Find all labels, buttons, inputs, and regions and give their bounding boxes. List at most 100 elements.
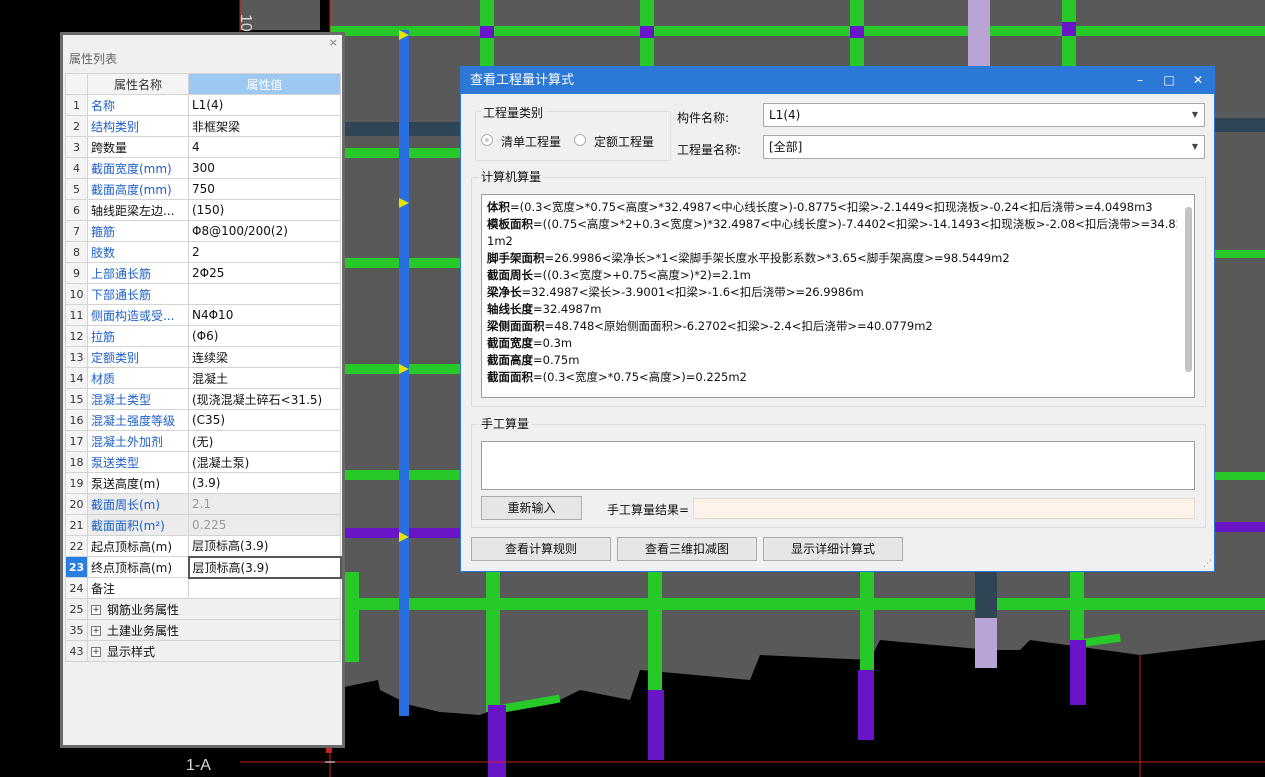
dialog-titlebar[interactable]: 查看工程量计算式 – □ ✕ [461,67,1214,94]
beam-vertical[interactable] [486,572,500,712]
property-row[interactable]: 14 材质 混凝土 [65,367,341,389]
property-value[interactable]: 混凝土 [188,367,341,389]
property-group[interactable]: + 土建业务属性 [87,619,341,641]
beam-horizontal[interactable] [330,26,1265,36]
property-row[interactable]: 13 定额类别 连续梁 [65,346,341,368]
beam-horizontal[interactable] [330,470,460,480]
property-group-row[interactable]: 43 + 显示样式 [65,640,341,662]
property-row[interactable]: 18 泵送类型 (混凝土泵) [65,451,341,473]
quantity-name-select[interactable]: [全部] ▼ [763,135,1205,159]
beam-dark[interactable] [1215,118,1265,132]
beam-horizontal[interactable] [345,598,1265,610]
property-row[interactable]: 16 混凝土强度等级 (C35) [65,409,341,431]
property-value[interactable] [188,283,341,305]
property-value[interactable]: 2 [188,241,341,263]
property-value[interactable]: 层顶标高(3.9) [187,555,342,579]
show-detail-formula-button[interactable]: 显示详细计算式 [763,537,903,561]
formula-text-area[interactable]: 体积=(0.3<宽度>*0.75<高度>*32.4987<中心线长度>)-0.8… [481,194,1195,398]
property-value[interactable]: (混凝土泵) [188,451,341,473]
property-row[interactable]: 20 截面周长(m) 2.1 [65,493,341,515]
column[interactable] [858,670,874,740]
column[interactable] [640,26,654,38]
property-row[interactable]: 7 箍筋 Φ8@100/200(2) [65,220,341,242]
beam-vertical[interactable] [860,572,874,672]
property-value[interactable]: (C35) [188,409,341,431]
property-value[interactable]: 750 [188,178,341,200]
column-strip[interactable] [1215,522,1265,532]
column[interactable] [1062,22,1076,36]
beam-vertical[interactable] [345,572,359,662]
property-value[interactable]: (150) [188,199,341,221]
panel-close-icon[interactable]: × [329,36,338,49]
view-calc-rules-button[interactable]: 查看计算规则 [471,537,611,561]
property-value[interactable]: 4 [188,136,341,158]
property-group-row[interactable]: 35 + 土建业务属性 [65,619,341,641]
property-value[interactable]: 连续梁 [188,346,341,368]
property-row[interactable]: 11 侧面构造或受... N4Φ10 [65,304,341,326]
property-row[interactable]: 3 跨数量 4 [65,136,341,158]
property-row[interactable]: 1 名称 L1(4) [65,94,341,116]
property-value[interactable] [188,577,341,599]
expand-plus-icon[interactable]: + [91,626,101,636]
property-value[interactable]: 非框架梁 [188,115,341,137]
column[interactable] [1070,640,1086,705]
property-value[interactable]: 2.1 [188,493,341,515]
property-row[interactable]: 19 泵送高度(m) (3.9) [65,472,341,494]
close-icon[interactable]: ✕ [1184,67,1212,94]
property-value[interactable]: 300 [188,157,341,179]
property-row[interactable]: 9 上部通长筋 2Φ25 [65,262,341,284]
resize-grip-icon[interactable]: ⋰ [1203,559,1212,569]
expand-plus-icon[interactable]: + [91,605,101,615]
property-row[interactable]: 24 备注 [65,577,341,599]
property-row[interactable]: 4 截面宽度(mm) 300 [65,157,341,179]
column[interactable] [648,690,664,760]
beam-horizontal[interactable] [1215,250,1265,258]
beam-dark[interactable] [330,122,460,136]
property-row[interactable]: 21 截面面积(m²) 0.225 [65,514,341,536]
property-row[interactable]: 5 截面高度(mm) 750 [65,178,341,200]
property-group[interactable]: + 显示样式 [87,640,341,662]
radio-bill-quantity[interactable] [481,134,493,146]
column-strip[interactable] [330,528,460,538]
property-row[interactable]: 8 肢数 2 [65,241,341,263]
column[interactable] [850,26,864,38]
beam-horizontal[interactable] [1215,472,1265,480]
property-row[interactable]: 10 下部通长筋 [65,283,341,305]
column[interactable] [488,705,506,777]
property-row[interactable]: 6 轴线距梁左边... (150) [65,199,341,221]
property-row[interactable]: 22 起点顶标高(m) 层顶标高(3.9) [65,535,341,557]
beam-horizontal[interactable] [330,148,460,158]
beam-lavender[interactable] [968,0,990,66]
beam-horizontal[interactable] [330,258,460,268]
property-row[interactable]: 12 拉筋 (Φ6) [65,325,341,347]
property-row[interactable]: 2 结构类别 非框架梁 [65,115,341,137]
property-value[interactable]: 层顶标高(3.9) [188,535,341,557]
property-value[interactable]: 2Φ25 [188,262,341,284]
expand-plus-icon[interactable]: + [91,647,101,657]
formula-scrollbar[interactable] [1185,207,1192,372]
beam-horizontal[interactable] [330,364,460,374]
minimize-icon[interactable]: – [1126,67,1154,94]
component-name-select[interactable]: L1(4) ▼ [763,103,1205,127]
property-group-row[interactable]: 25 + 钢筋业务属性 [65,598,341,620]
property-value[interactable]: (3.9) [188,472,341,494]
property-group[interactable]: + 钢筋业务属性 [87,598,341,620]
property-value[interactable]: (无) [188,430,341,452]
radio-norm-quantity[interactable] [574,134,586,146]
property-value[interactable]: (现浇混凝土碎石<31.5) [188,388,341,410]
property-value[interactable]: L1(4) [188,94,341,116]
property-value[interactable]: (Φ6) [188,325,341,347]
view-3d-deduction-button[interactable]: 查看三维扣减图 [617,537,757,561]
property-value[interactable]: 0.225 [188,514,341,536]
manual-input-area[interactable] [481,441,1195,490]
beam-dark[interactable] [975,572,997,620]
property-value[interactable]: N4Φ10 [188,304,341,326]
beam-vertical[interactable] [1070,572,1084,642]
reinput-button[interactable]: 重新输入 [481,496,582,520]
maximize-icon[interactable]: □ [1155,67,1183,94]
property-value[interactable]: Φ8@100/200(2) [188,220,341,242]
property-row[interactable]: 17 混凝土外加剂 (无) [65,430,341,452]
beam-lavender[interactable] [975,618,997,668]
property-row[interactable]: 23 终点顶标高(m) 层顶标高(3.9) [65,555,342,579]
beam-vertical[interactable] [648,572,662,692]
